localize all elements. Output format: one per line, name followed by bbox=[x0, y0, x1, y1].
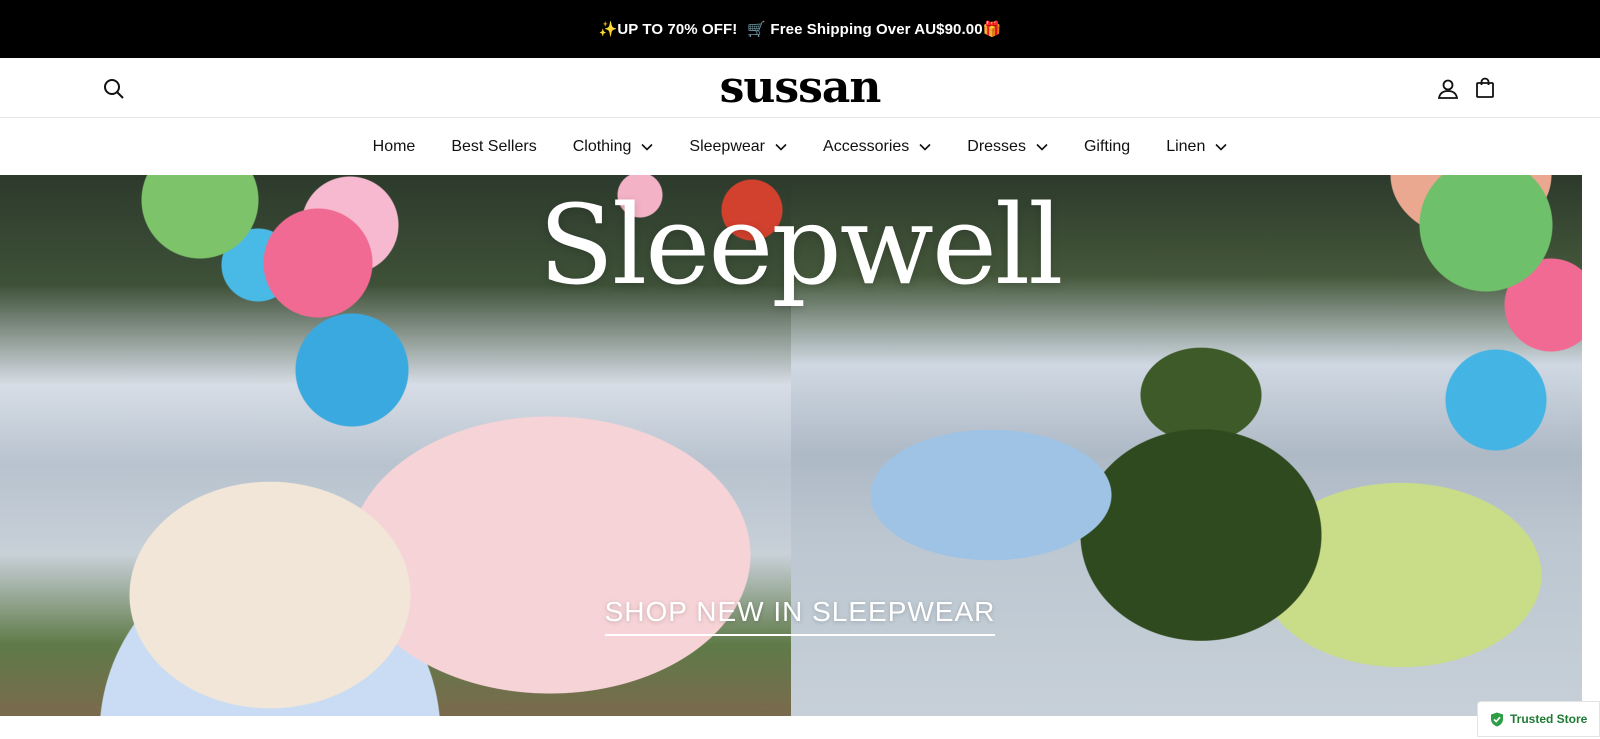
nav-item-label: Clothing bbox=[572, 138, 632, 155]
nav-item-label: Dresses bbox=[967, 138, 1026, 155]
nav-item-gifting[interactable]: Gifting bbox=[1084, 138, 1130, 156]
chevron-down-icon bbox=[641, 143, 653, 151]
nav-item-accessories[interactable]: Accessories bbox=[823, 138, 931, 156]
trusted-store-label: Trusted Store bbox=[1510, 712, 1588, 726]
nav-item-label: Sleepwear bbox=[689, 138, 766, 155]
search-icon[interactable] bbox=[102, 77, 126, 101]
hero-cta-wrapper: SHOP NEW IN SLEEPWEAR bbox=[0, 596, 1600, 636]
shop-sleepwear-link[interactable]: SHOP NEW IN SLEEPWEAR bbox=[604, 596, 996, 636]
announcement-bar: ✨UP TO 70% OFF! 🛒 Free Shipping Over AU$… bbox=[0, 0, 1600, 58]
chevron-down-icon bbox=[775, 143, 787, 151]
nav-item-label: Best Sellers bbox=[451, 138, 537, 155]
nav-item-label: Accessories bbox=[823, 138, 910, 155]
chevron-down-icon bbox=[1036, 143, 1048, 151]
site-header: sussan bbox=[0, 58, 1600, 118]
chevron-down-icon bbox=[919, 143, 931, 151]
nav-item-label: Home bbox=[372, 138, 416, 155]
nav-item-label: Gifting bbox=[1083, 138, 1131, 155]
hero-title: Sleepwell bbox=[538, 181, 1064, 309]
nav-item-label: Linen bbox=[1166, 138, 1206, 155]
announcement-shipping-text: 🛒 Free Shipping Over AU$90.00🎁 bbox=[747, 21, 1002, 38]
nav-item-best-sellers[interactable]: Best Sellers bbox=[451, 138, 536, 156]
nav-item-sleepwear[interactable]: Sleepwear bbox=[689, 138, 787, 156]
nav-item-dresses[interactable]: Dresses bbox=[967, 138, 1048, 156]
announcement-sale-text: ✨UP TO 70% OFF! bbox=[598, 21, 738, 38]
nav-item-clothing[interactable]: Clothing bbox=[573, 138, 654, 156]
shield-check-icon bbox=[1491, 712, 1503, 726]
cart-icon[interactable] bbox=[1473, 76, 1497, 100]
main-nav: Home Best Sellers Clothing Sleepwear Acc… bbox=[0, 119, 1600, 175]
nav-item-home[interactable]: Home bbox=[373, 138, 416, 156]
trusted-store-badge[interactable]: Trusted Store bbox=[1477, 701, 1600, 737]
chevron-down-icon bbox=[1215, 143, 1227, 151]
account-icon[interactable] bbox=[1436, 77, 1460, 101]
nav-item-linen[interactable]: Linen bbox=[1166, 138, 1227, 156]
logo: sussan bbox=[0, 62, 1600, 114]
logo-link[interactable]: sussan bbox=[720, 62, 882, 113]
